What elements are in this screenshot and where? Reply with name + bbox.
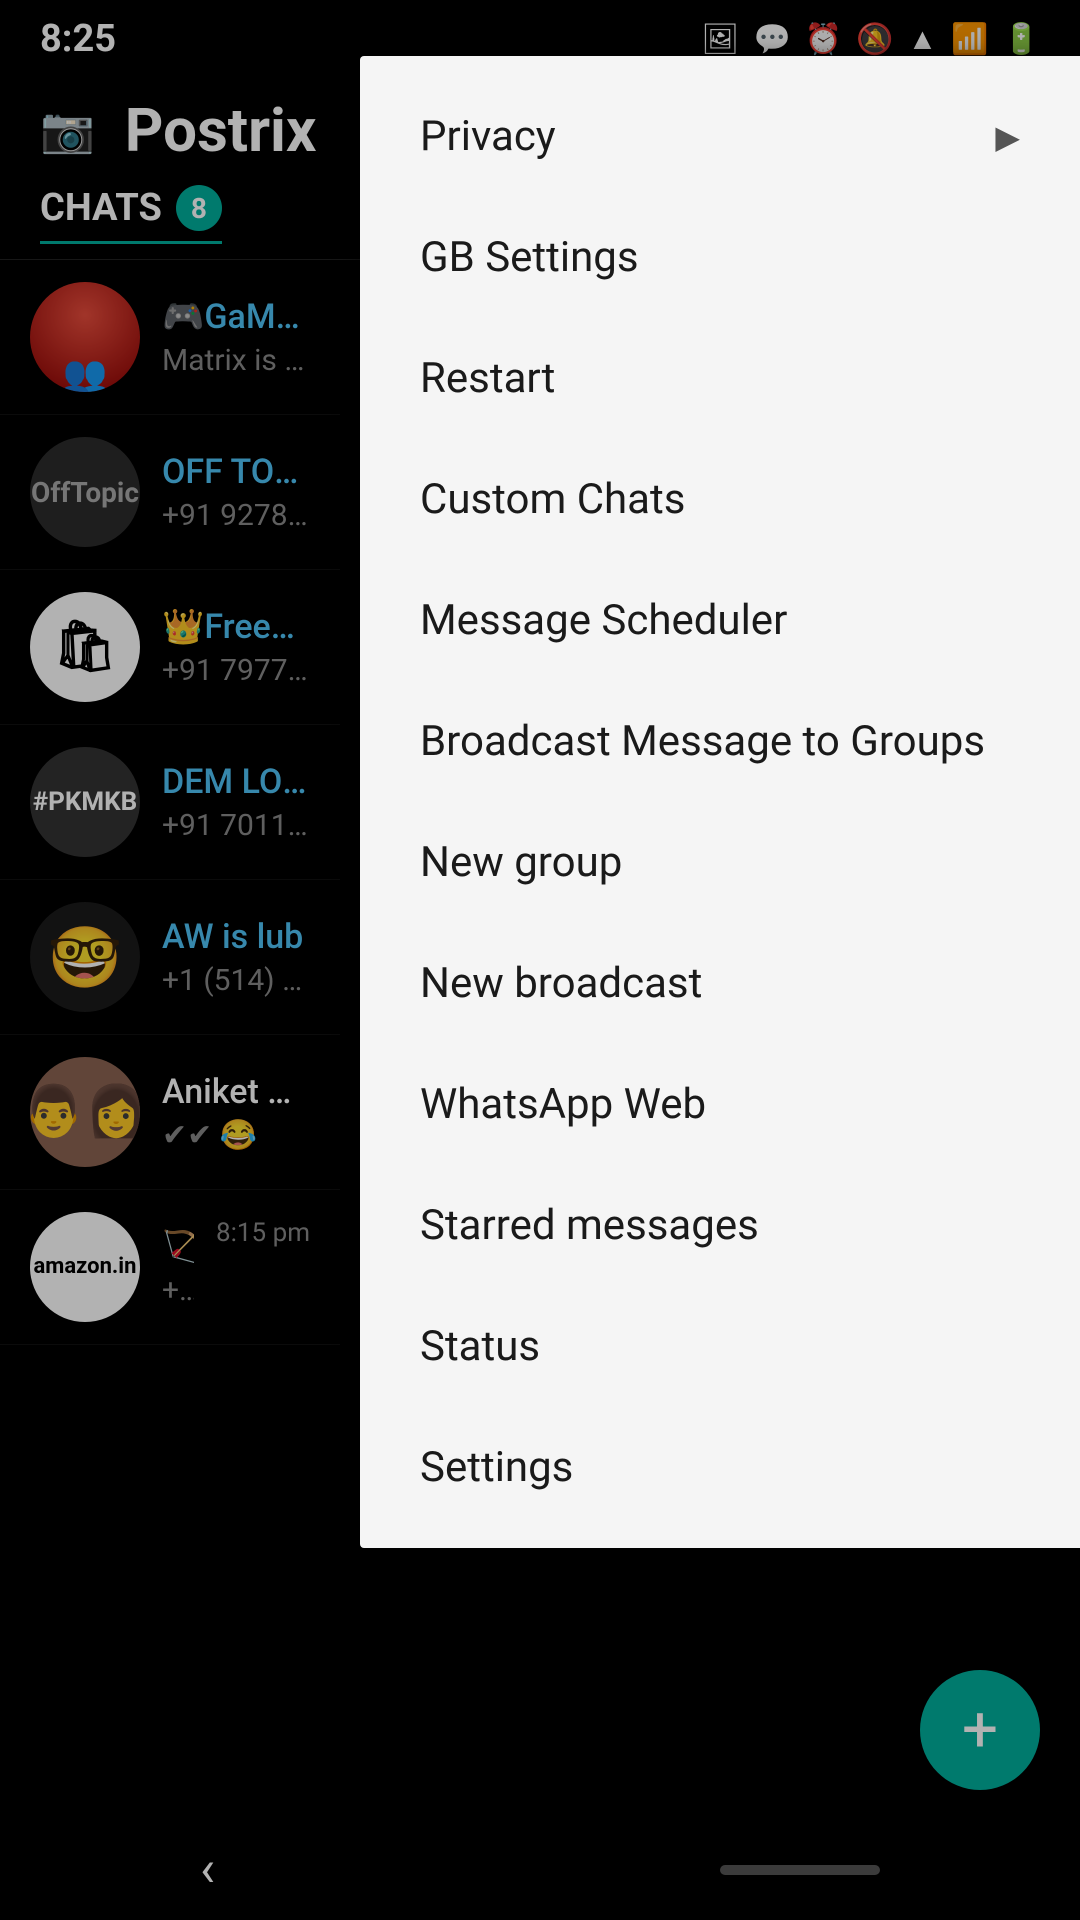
menu-item-restart[interactable]: Restart bbox=[360, 318, 1080, 439]
menu-label-restart: Restart bbox=[420, 354, 555, 403]
menu-label-privacy: Privacy bbox=[420, 112, 556, 161]
menu-label-starred-messages: Starred messages bbox=[420, 1201, 759, 1250]
chevron-right-icon: ▶ bbox=[995, 118, 1020, 156]
menu-label-settings: Settings bbox=[420, 1443, 573, 1492]
menu-label-status: Status bbox=[420, 1322, 540, 1371]
menu-label-gb-settings: GB Settings bbox=[420, 233, 639, 282]
menu-label-message-scheduler: Message Scheduler bbox=[420, 596, 787, 645]
menu-item-custom-chats[interactable]: Custom Chats bbox=[360, 439, 1080, 560]
menu-item-new-group[interactable]: New group bbox=[360, 802, 1080, 923]
menu-label-whatsapp-web: WhatsApp Web bbox=[420, 1080, 706, 1129]
menu-item-new-broadcast[interactable]: New broadcast bbox=[360, 923, 1080, 1044]
menu-item-broadcast-groups[interactable]: Broadcast Message to Groups bbox=[360, 681, 1080, 802]
dropdown-menu: Privacy ▶ GB Settings Restart Custom Cha… bbox=[360, 56, 1080, 1548]
menu-label-broadcast-groups: Broadcast Message to Groups bbox=[420, 717, 985, 766]
menu-label-custom-chats: Custom Chats bbox=[420, 475, 685, 524]
menu-item-status[interactable]: Status bbox=[360, 1286, 1080, 1407]
menu-item-message-scheduler[interactable]: Message Scheduler bbox=[360, 560, 1080, 681]
menu-label-new-group: New group bbox=[420, 838, 622, 887]
menu-item-privacy[interactable]: Privacy ▶ bbox=[360, 76, 1080, 197]
menu-item-settings[interactable]: Settings bbox=[360, 1407, 1080, 1528]
menu-item-gb-settings[interactable]: GB Settings bbox=[360, 197, 1080, 318]
menu-item-starred-messages[interactable]: Starred messages bbox=[360, 1165, 1080, 1286]
menu-item-whatsapp-web[interactable]: WhatsApp Web bbox=[360, 1044, 1080, 1165]
menu-label-new-broadcast: New broadcast bbox=[420, 959, 702, 1008]
